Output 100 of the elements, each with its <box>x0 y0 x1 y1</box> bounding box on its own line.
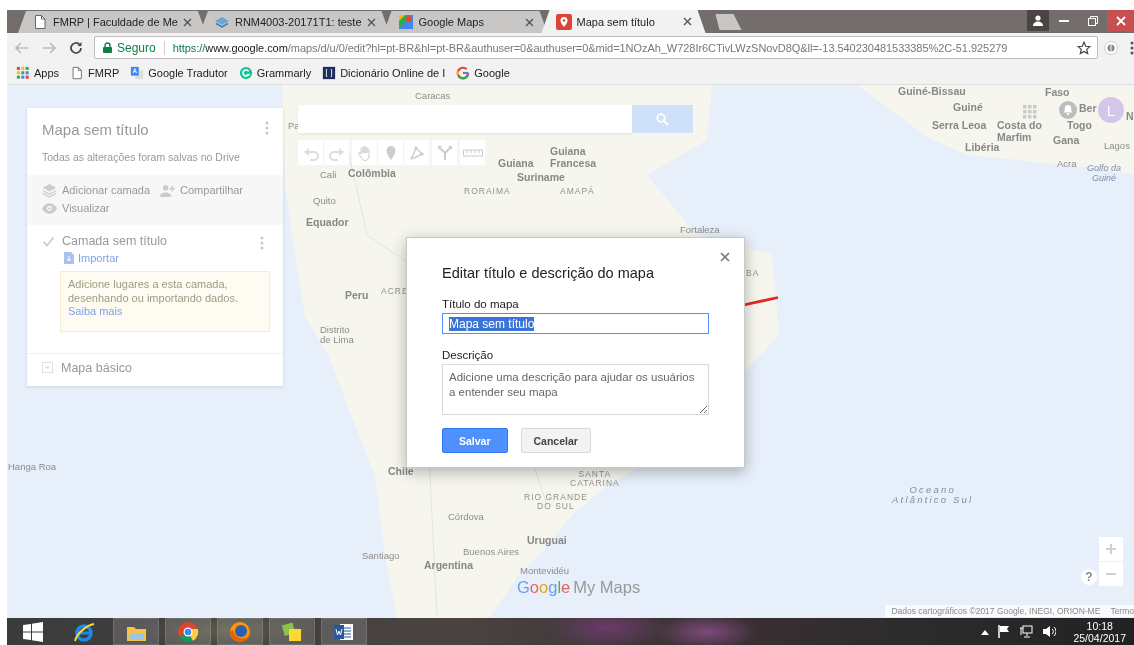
map-label: RIO GRANDE DO SUL <box>524 493 588 512</box>
map-label: Equador <box>306 217 349 229</box>
close-icon <box>1115 15 1126 26</box>
cancel-button[interactable]: Cancelar <box>520 428 591 453</box>
hand-icon <box>356 144 373 161</box>
layer-checkbox[interactable] <box>42 234 55 248</box>
map-label: Argentina <box>424 560 473 572</box>
help-button[interactable]: ? <box>1081 569 1097 585</box>
map-label: Suriname <box>517 172 565 184</box>
map-label: Acra <box>1057 159 1077 170</box>
browser-e-icon <box>73 620 95 643</box>
minimize-icon <box>1058 19 1069 22</box>
map-label: Costa do Marfim <box>997 120 1042 143</box>
forward-arrow-icon <box>42 41 56 54</box>
map-label: Caracas <box>415 91 451 102</box>
close-window-button[interactable] <box>1107 10 1134 31</box>
show-hidden-icons-icon[interactable] <box>981 628 990 635</box>
map-label: Gana <box>1053 135 1080 147</box>
taskbar-app[interactable] <box>269 618 315 645</box>
close-icon[interactable] <box>682 17 692 26</box>
map-label: Cali <box>320 170 337 181</box>
map-attribution: Dados cartográficos ©2017 Google, INEGI, ORION-ME <box>891 606 1101 616</box>
sticky-notes-icon <box>281 620 303 643</box>
map-label: Fortaleza <box>680 225 720 236</box>
field-label: Título do mapa <box>442 297 520 311</box>
speaker-icon[interactable] <box>1042 625 1057 638</box>
lock-icon <box>103 42 112 53</box>
map-label: Córdova <box>448 512 484 523</box>
line-icon <box>408 144 425 161</box>
dictionary-icon <box>322 66 337 80</box>
map-label: SANTA CATARINA <box>570 470 620 489</box>
menu-icon[interactable] <box>1130 40 1134 55</box>
close-icon[interactable] <box>366 17 376 27</box>
map-label: Serra Leoa <box>932 120 987 132</box>
map-label: Libéria <box>965 142 1000 154</box>
layers-icon <box>42 182 57 198</box>
layer-hint: Adicione lugares a esta camada, desenhando ou importando dados. Saiba mais <box>60 271 270 332</box>
bookmark[interactable]: Dicionário Online de I <box>322 66 446 80</box>
bookmark[interactable]: Apps <box>16 66 60 80</box>
extension-icon[interactable] <box>1104 40 1118 55</box>
close-icon[interactable] <box>182 17 192 27</box>
map-label: Peru <box>345 290 369 302</box>
title-input-field[interactable]: Mapa sem título <box>442 313 709 334</box>
restore-icon <box>1087 15 1098 26</box>
profile-button[interactable] <box>1027 10 1049 31</box>
close-icon[interactable] <box>720 252 730 262</box>
person-add-icon <box>160 182 176 198</box>
plus-icon <box>1106 544 1116 554</box>
file-icon <box>64 252 74 264</box>
taskbar-app[interactable] <box>165 618 211 645</box>
map-label: Faso <box>1045 87 1070 99</box>
map-label: N <box>1126 111 1134 123</box>
map-label: Montevidéu <box>520 566 570 577</box>
stack-icon <box>213 14 230 30</box>
map-label: Buenos Aires <box>463 547 519 558</box>
map-label: Santiago <box>362 551 400 562</box>
search-field[interactable] <box>298 105 632 133</box>
description-field[interactable]: Adicione uma descrição para ajudar os usuários a entender seu mapa <box>442 364 709 415</box>
browser-tab[interactable]: Mapa sem título <box>541 10 706 33</box>
terms-link[interactable]: Termo <box>1110 606 1134 616</box>
clock[interactable]: 10:18 25/04/2017 <box>1073 619 1126 644</box>
field-label: Descrição <box>442 348 495 362</box>
map-label: Distrito de Lima <box>320 325 354 346</box>
bookmark[interactable]: FMRP <box>70 66 120 80</box>
map-label: BA <box>746 269 760 279</box>
firefox-icon <box>229 620 251 643</box>
pin-icon <box>555 13 572 30</box>
save-status: Todas as alterações foram salvas no Drive <box>42 151 241 163</box>
map-icon <box>397 14 414 30</box>
grammarly-icon <box>238 66 253 80</box>
page-icon <box>32 14 48 30</box>
person-icon <box>1032 15 1044 26</box>
bookmark[interactable]: Google Tradutor <box>130 66 228 80</box>
map-label: ACRE <box>381 287 409 297</box>
taskbar-app[interactable] <box>321 618 367 645</box>
taskbar-app[interactable] <box>113 618 159 645</box>
map-label: Guiné <box>953 102 983 114</box>
map-label: Golfo da Guiné <box>1087 164 1122 184</box>
apps-grid-icon <box>16 66 30 80</box>
map-label: Chile <box>388 466 414 478</box>
page-icon <box>70 66 85 80</box>
map-label: Ber <box>1079 103 1097 115</box>
flag-icon[interactable] <box>998 625 1011 638</box>
map-label: Uruguai <box>527 535 567 547</box>
map-label: Guiana Francesa <box>550 146 597 170</box>
network-icon[interactable] <box>1019 625 1034 638</box>
back-arrow-icon <box>15 41 29 54</box>
product-logo: Google My Maps <box>517 578 641 597</box>
translate-icon <box>130 66 145 80</box>
eye-icon <box>42 200 57 216</box>
windows-logo-icon <box>23 621 43 642</box>
reload-icon <box>69 40 83 55</box>
map-label: Hanga Roa <box>8 462 57 473</box>
address-bar[interactable]: Seguro https://www.google.com/maps/d/u/0/edit?hl=pt-BR&hl=pt-BR&authuser=0&authuser=0&mid=1NOzAh_W728Ir6CTivLWzSNovD8Q&ll=-13.540230481533385%2C-51.925279 <box>94 36 1098 59</box>
bookmark[interactable]: Grammarly <box>238 66 312 80</box>
close-icon[interactable] <box>524 17 534 27</box>
bookmark[interactable]: Google <box>456 66 510 80</box>
url-text: https://www.google.com/maps/d/u/0/edit?hl=pt-BR&hl=pt-BR&authuser=0&authuser=0&mid=1NOzAh_W728Ir6CTivLWzSNovD8Q&ll=-13.540230481533385%2C-51.925279 <box>172 41 1009 54</box>
star-icon[interactable] <box>1077 40 1091 55</box>
map-label: Guiana <box>498 158 534 170</box>
